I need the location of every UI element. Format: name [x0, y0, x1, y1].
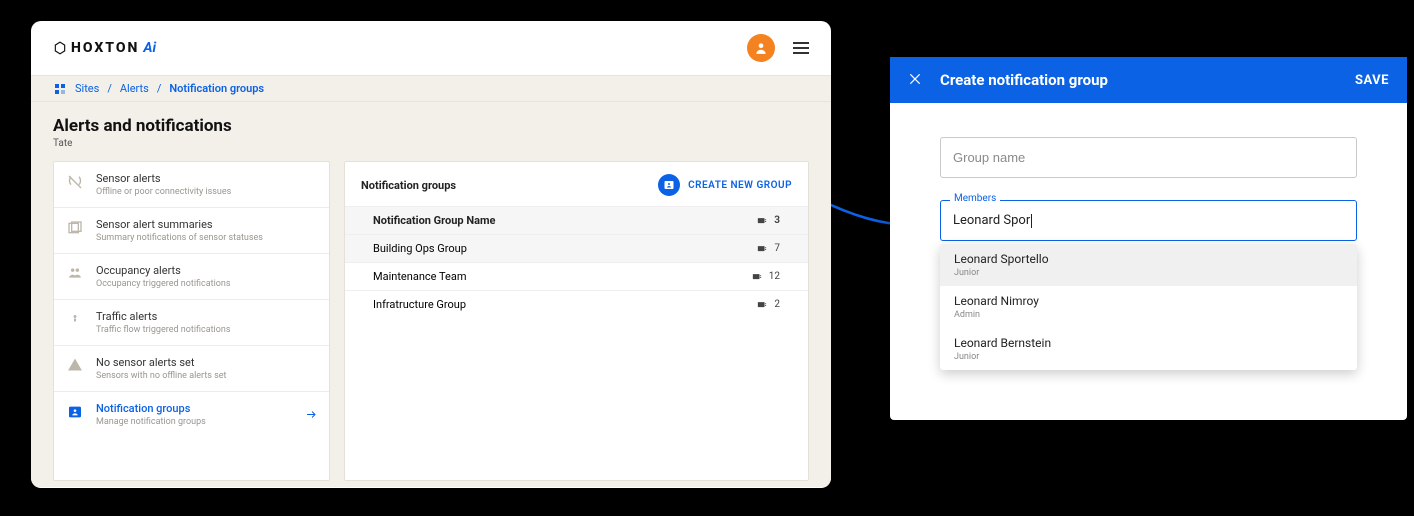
close-icon — [908, 72, 922, 86]
hamburger-menu-icon[interactable] — [793, 42, 809, 54]
contact-card-icon — [658, 174, 680, 196]
logo-icon — [53, 41, 67, 55]
sidebar-item-label: Notification groups — [96, 402, 206, 415]
close-button[interactable] — [908, 71, 922, 90]
suggestion-role: Admin — [954, 310, 1343, 320]
group-name-input[interactable] — [940, 137, 1357, 178]
sidebar-item-traffic[interactable]: Traffic alerts Traffic flow triggered not… — [54, 300, 329, 346]
sidebar-item-label: No sensor alerts set — [96, 356, 227, 369]
logo: HOXTONAi — [53, 40, 156, 56]
sidebar-item-sub: Summary notifications of sensor statuses — [96, 233, 263, 243]
breadcrumb-sites[interactable]: Sites — [75, 82, 99, 95]
user-icon — [754, 41, 768, 55]
page-title: Alerts and notifications — [53, 116, 809, 136]
sidebar-item-sub: Offline or poor connectivity issues — [96, 187, 231, 197]
suggestion-item[interactable]: Leonard Sportello Junior — [940, 244, 1357, 286]
suggestion-name: Leonard Sportello — [954, 252, 1343, 266]
group-icon — [66, 402, 84, 420]
page-subtitle: Tate — [53, 138, 809, 149]
traffic-icon — [66, 310, 84, 328]
breadcrumb-current: Notification groups — [169, 82, 264, 95]
sidebar-item-sub: Traffic flow triggered notifications — [96, 325, 231, 335]
create-group-modal: Create notification group SAVE Members L… — [890, 57, 1407, 420]
row-name: Infratructure Group — [373, 298, 466, 311]
sidebar-item-notification-groups[interactable]: Notification groups Manage notification g… — [54, 392, 329, 437]
grid-icon — [53, 83, 67, 95]
sidebar-item-label: Occupancy alerts — [96, 264, 231, 277]
sidebar-item-sub: Sensors with no offline alerts set — [96, 371, 227, 381]
row-count: 12 — [751, 271, 780, 282]
table-header-count: 3 — [756, 215, 780, 226]
occupancy-icon — [66, 264, 84, 280]
topbar: HOXTONAi — [31, 21, 831, 75]
create-new-group-label: CREATE NEW GROUP — [688, 180, 792, 191]
modal-title: Create notification group — [940, 71, 1337, 89]
breadcrumb: Sites / Alerts / Notification groups — [31, 75, 831, 102]
row-name: Maintenance Team — [373, 270, 467, 283]
sidebar-item-label: Traffic alerts — [96, 310, 231, 323]
suggestion-role: Junior — [954, 352, 1343, 362]
sidebar-item-sensor-alerts[interactable]: Sensor alerts Offline or poor connectivit… — [54, 162, 329, 208]
arrow-right-icon — [303, 405, 319, 424]
side-panel: Sensor alerts Offline or poor connectivit… — [53, 161, 330, 481]
members-label: Members — [950, 193, 1000, 204]
summary-icon — [66, 218, 84, 236]
sidebar-item-no-alerts[interactable]: No sensor alerts set Sensors with no offl… — [54, 346, 329, 392]
sidebar-item-label: Sensor alerts — [96, 172, 231, 185]
sensor-icon — [66, 172, 84, 190]
table-header: Notification Group Name 3 — [345, 206, 808, 234]
suggestion-item[interactable]: Leonard Bernstein Junior — [940, 328, 1357, 370]
main-panel: Notification groups CREATE NEW GROUP Not… — [344, 161, 809, 481]
row-count: 2 — [756, 299, 780, 310]
suggestion-item[interactable]: Leonard Nimroy Admin — [940, 286, 1357, 328]
sidebar-item-sub: Manage notification groups — [96, 417, 206, 427]
suggestion-name: Leonard Nimroy — [954, 294, 1343, 308]
logo-text: HOXTON — [71, 40, 139, 56]
table-header-name: Notification Group Name — [373, 214, 495, 227]
breadcrumb-separator: / — [157, 82, 162, 95]
table-row[interactable]: Building Ops Group 7 — [345, 234, 808, 262]
breadcrumb-separator: / — [107, 82, 112, 95]
sidebar-item-sub: Occupancy triggered notifications — [96, 279, 231, 289]
row-name: Building Ops Group — [373, 242, 467, 255]
groups-table: Notification Group Name 3 Building Ops G… — [345, 206, 808, 318]
logo-suffix: Ai — [143, 40, 156, 56]
suggestion-name: Leonard Bernstein — [954, 336, 1343, 350]
sidebar-item-occupancy[interactable]: Occupancy alerts Occupancy triggered noti… — [54, 254, 329, 300]
warning-icon — [66, 356, 84, 372]
group-name-field — [940, 137, 1357, 178]
table-row[interactable]: Infratructure Group 2 — [345, 290, 808, 318]
breadcrumb-alerts[interactable]: Alerts — [120, 82, 149, 95]
avatar[interactable] — [747, 34, 775, 62]
members-input[interactable]: Leonard Spor — [940, 200, 1357, 241]
row-count: 7 — [756, 243, 780, 254]
members-suggestions: Leonard Sportello Junior Leonard Nimroy … — [940, 244, 1357, 370]
members-field: Members Leonard Spor Leonard Sportello J… — [940, 200, 1357, 241]
table-row[interactable]: Maintenance Team 12 — [345, 262, 808, 290]
save-button[interactable]: SAVE — [1355, 73, 1389, 88]
modal-header: Create notification group SAVE — [890, 57, 1407, 103]
app-window: HOXTONAi Sites / Alerts / Notification g… — [31, 21, 831, 488]
sidebar-item-label: Sensor alert summaries — [96, 218, 263, 231]
suggestion-role: Junior — [954, 268, 1343, 278]
create-new-group-button[interactable]: CREATE NEW GROUP — [658, 174, 792, 196]
main-panel-title: Notification groups — [361, 179, 456, 192]
page-body: Alerts and notifications Tate Sensor ale… — [31, 102, 831, 487]
sidebar-item-sensor-summaries[interactable]: Sensor alert summaries Summary notificati… — [54, 208, 329, 254]
